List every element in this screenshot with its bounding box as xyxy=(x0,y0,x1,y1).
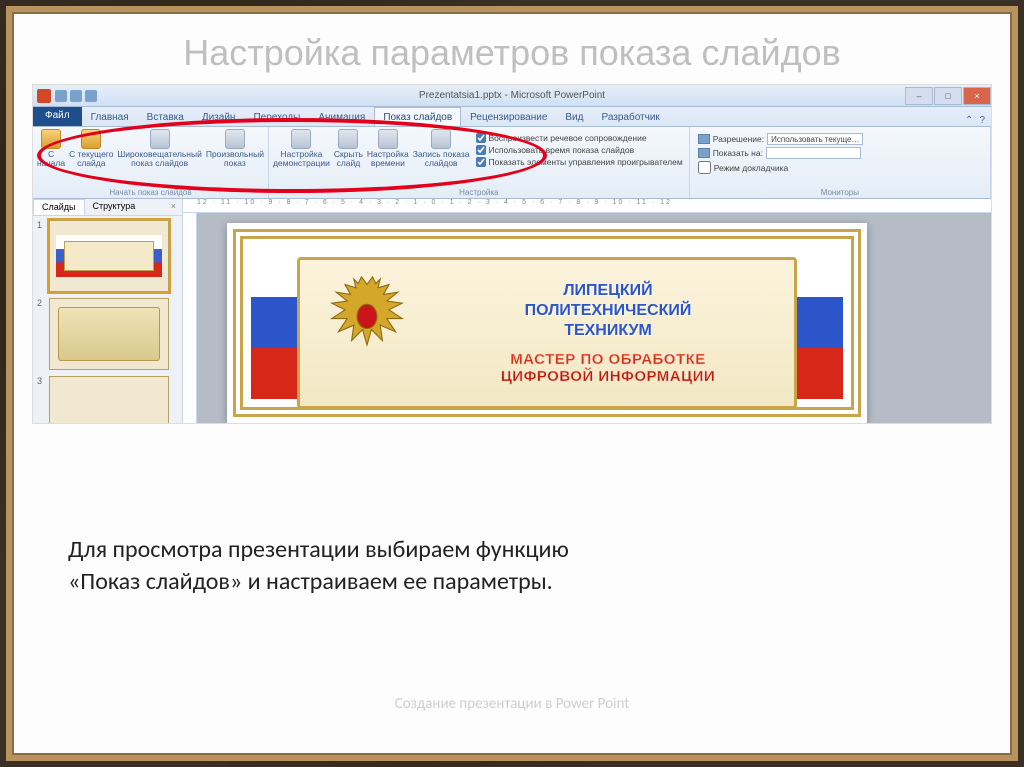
broadcast-button[interactable]: Широковещательныйпоказ слайдов xyxy=(117,129,201,169)
play-current-icon xyxy=(81,129,101,149)
slide-plaque: ЛИПЕЦКИЙ ПОЛИТЕХНИЧЕСКИЙ ТЕХНИКУМ МАСТЕР… xyxy=(297,257,797,409)
broadcast-icon xyxy=(150,129,170,149)
side-tab-outline[interactable]: Структура xyxy=(85,199,144,215)
hide-slide-icon xyxy=(338,129,358,149)
ruler-vertical xyxy=(183,213,197,423)
chk-timings-box[interactable] xyxy=(476,145,486,155)
side-tab-slides[interactable]: Слайды xyxy=(33,199,85,215)
group-label-start: Начать показ слайдов xyxy=(37,187,264,198)
window-maximize-button[interactable]: □ xyxy=(934,87,962,105)
group-label-monitors: Мониторы xyxy=(694,187,986,198)
quick-access-toolbar[interactable] xyxy=(55,90,97,102)
coat-of-arms-icon xyxy=(312,268,422,378)
thumbnail-2[interactable]: 2 xyxy=(37,298,178,370)
footer-text: Создание презентации в Power Point xyxy=(14,695,1010,713)
record-show-button[interactable]: Запись показаслайдов xyxy=(413,129,470,171)
chk-presenter-box[interactable] xyxy=(698,161,711,174)
tab-home[interactable]: Главная xyxy=(82,107,138,126)
custom-show-icon xyxy=(225,129,245,149)
chk-controls[interactable]: Показать элементы управления проигрывате… xyxy=(476,157,683,167)
ribbon-tabs: Файл Главная Вставка Дизайн Переходы Ани… xyxy=(33,107,991,127)
chk-timings[interactable]: Использовать время показа слайдов xyxy=(476,145,683,155)
gold-frame-outer: Настройка параметров показа слайдов Prez… xyxy=(6,6,1018,761)
chk-controls-box[interactable] xyxy=(476,157,486,167)
gold-frame-inner: Настройка параметров показа слайдов Prez… xyxy=(12,12,1012,755)
resolution-select[interactable]: Использовать текуще… xyxy=(767,133,863,145)
showon-select[interactable] xyxy=(766,147,861,159)
tab-file[interactable]: Файл xyxy=(33,106,82,126)
slides-panel: Слайды Структура × 1 2 3 xyxy=(33,199,183,423)
profession-name: МАСТЕР ПО ОБРАБОТКЕ ЦИФРОВОЙ ИНФОРМАЦИИ xyxy=(434,351,782,385)
tab-slideshow[interactable]: Показ слайдов xyxy=(374,107,461,126)
slide-canvas[interactable]: ЛИПЕЦКИЙ ПОЛИТЕХНИЧЕСКИЙ ТЕХНИКУМ МАСТЕР… xyxy=(227,223,867,423)
institution-name: ЛИПЕЦКИЙ ПОЛИТЕХНИЧЕСКИЙ ТЕХНИКУМ xyxy=(434,281,782,341)
powerpoint-screenshot: Prezentatsia1.pptx - Microsoft PowerPoin… xyxy=(32,84,992,424)
ribbon-group-setup: Настройкадемонстрации Скрытьслайд Настро… xyxy=(269,127,690,198)
ribbon-group-start: Сначала С текущегослайда Широковещательн… xyxy=(33,127,269,198)
slide-text-column: ЛИПЕЦКИЙ ПОЛИТЕХНИЧЕСКИЙ ТЕХНИКУМ МАСТЕР… xyxy=(434,268,782,398)
tab-view[interactable]: Вид xyxy=(556,107,592,126)
side-tabs: Слайды Структура × xyxy=(33,199,182,216)
thumbnail-1[interactable]: 1 xyxy=(37,220,178,292)
chk-narration-box[interactable] xyxy=(476,133,486,143)
tab-design[interactable]: Дизайн xyxy=(193,107,245,126)
thumbnails: 1 2 3 xyxy=(33,216,182,423)
powerpoint-logo-icon xyxy=(37,89,51,103)
editor-body: Слайды Структура × 1 2 3 xyxy=(33,199,991,423)
qat-save-icon[interactable] xyxy=(55,90,67,102)
tab-developer[interactable]: Разработчик xyxy=(592,107,668,126)
rehearse-timings-button[interactable]: Настройкавремени xyxy=(367,129,409,171)
window-titlebar: Prezentatsia1.pptx - Microsoft PowerPoin… xyxy=(33,85,991,107)
play-icon xyxy=(41,129,61,149)
monitor-icon xyxy=(698,134,710,144)
from-beginning-button[interactable]: Сначала xyxy=(37,129,65,169)
slide-editor: 12 · 11 · 10 · 9 · 8 · 7 · 6 · 5 · 4 · 3… xyxy=(183,199,991,423)
tab-transitions[interactable]: Переходы xyxy=(244,107,309,126)
ruler-horizontal: 12 · 11 · 10 · 9 · 8 · 7 · 6 · 5 · 4 · 3… xyxy=(183,199,991,213)
thumbnail-3[interactable]: 3 xyxy=(37,376,178,423)
ribbon: Сначала С текущегослайда Широковещательн… xyxy=(33,127,991,199)
window-title: Prezentatsia1.pptx - Microsoft PowerPoin… xyxy=(419,90,605,101)
hide-slide-button[interactable]: Скрытьслайд xyxy=(334,129,363,171)
setup-show-button[interactable]: Настройкадемонстрации xyxy=(273,129,330,171)
tab-animation[interactable]: Анимация xyxy=(309,107,374,126)
window-controls: – □ × xyxy=(904,87,991,105)
setup-icon xyxy=(291,129,311,149)
record-icon xyxy=(431,129,451,149)
body-paragraph: Для просмотра презентации выбираем функц… xyxy=(68,534,628,599)
ribbon-minimize-icon[interactable]: ⌃ xyxy=(965,115,973,126)
tab-insert[interactable]: Вставка xyxy=(138,107,193,126)
chk-presenter-view[interactable]: Режим докладчика xyxy=(698,161,982,174)
window-close-button[interactable]: × xyxy=(963,87,991,105)
chk-narration[interactable]: Воспроизвести речевое сопровождение xyxy=(476,133,683,143)
tab-review[interactable]: Рецензирование xyxy=(461,107,556,126)
monitor-icon xyxy=(698,148,710,158)
custom-show-button[interactable]: Произвольныйпоказ xyxy=(206,129,264,169)
help-icon[interactable]: ? xyxy=(979,115,985,126)
ribbon-group-monitors: Разрешение:Использовать текуще… Показать… xyxy=(690,127,991,198)
group-label-setup: Настройка xyxy=(273,187,685,198)
clock-icon xyxy=(378,129,398,149)
window-minimize-button[interactable]: – xyxy=(905,87,933,105)
qat-redo-icon[interactable] xyxy=(85,90,97,102)
qat-undo-icon[interactable] xyxy=(70,90,82,102)
side-close-button[interactable]: × xyxy=(165,199,182,215)
from-current-button[interactable]: С текущегослайда xyxy=(69,129,113,169)
slide-title: Настройка параметров показа слайдов xyxy=(14,14,1010,84)
